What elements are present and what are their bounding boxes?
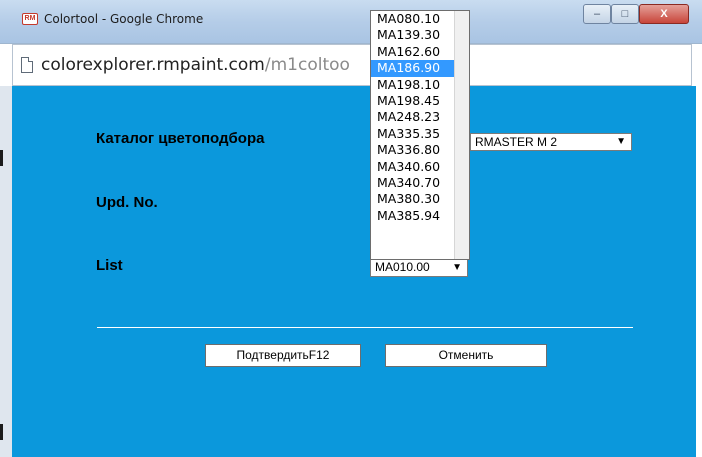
dropdown-option[interactable]: MA340.60 xyxy=(371,159,454,175)
url-domain: colorexplorer.rmpaint.com xyxy=(41,55,265,75)
dropdown-option[interactable]: MA335.35 xyxy=(371,126,454,142)
page-content: Каталог цветоподбора RMASTER M 2 ▼ Upd. … xyxy=(12,86,696,457)
minimize-button[interactable]: – xyxy=(583,4,611,24)
side-marker xyxy=(0,424,3,440)
catalog-select[interactable]: RMASTER M 2 ▼ xyxy=(470,133,632,151)
dropdown-option[interactable]: MA198.45 xyxy=(371,93,454,109)
window-title: Colortool - Google Chrome xyxy=(44,12,204,26)
dropdown-option[interactable]: MA186.90 xyxy=(371,60,454,77)
catalog-select-value: RMASTER M 2 xyxy=(475,135,558,149)
side-marker xyxy=(0,150,3,166)
catalog-label: Каталог цветоподбора xyxy=(96,130,265,147)
address-bar[interactable]: colorexplorer.rmpaint.com/m1coltoo xyxy=(12,44,692,86)
divider xyxy=(97,327,633,328)
dropdown-option[interactable]: MA380.30 xyxy=(371,191,454,207)
page-icon xyxy=(21,57,33,73)
upd-label: Upd. No. xyxy=(96,194,158,211)
maximize-button[interactable]: □ xyxy=(611,4,639,24)
dropdown-option[interactable]: MA340.70 xyxy=(371,175,454,191)
dropdown-scrollbar[interactable] xyxy=(454,11,469,259)
dropdown-option[interactable]: MA139.30 xyxy=(371,27,454,43)
window-titlebar: RM Colortool - Google Chrome – □ X xyxy=(0,0,702,44)
dropdown-option[interactable]: MA080.10 xyxy=(371,11,454,27)
chevron-down-icon: ▼ xyxy=(452,262,462,273)
close-button[interactable]: X xyxy=(639,4,689,24)
list-select-value: MA010.00 xyxy=(375,260,430,274)
cancel-button[interactable]: Отменить xyxy=(385,344,547,367)
confirm-button[interactable]: ПодтвердитьF12 xyxy=(205,344,361,367)
dropdown-option[interactable]: MA336.80 xyxy=(371,142,454,158)
url-text[interactable]: colorexplorer.rmpaint.com/m1coltoo xyxy=(41,55,350,75)
app-logo-icon: RM xyxy=(22,13,38,25)
list-label: List xyxy=(96,257,123,274)
list-dropdown[interactable]: MA080.10 MA139.30 MA162.60 MA186.90 MA198.10… xyxy=(370,10,470,260)
window-side-edge xyxy=(0,86,12,457)
list-select[interactable]: MA010.00 ▼ xyxy=(370,258,468,277)
dropdown-option[interactable]: MA248.23 xyxy=(371,109,454,125)
dropdown-option[interactable]: MA385.94 xyxy=(371,208,454,224)
dropdown-option[interactable]: MA162.60 xyxy=(371,44,454,60)
chevron-down-icon: ▼ xyxy=(616,136,626,147)
url-path: /m1coltoo xyxy=(264,55,350,75)
dropdown-option[interactable]: MA198.10 xyxy=(371,77,454,93)
